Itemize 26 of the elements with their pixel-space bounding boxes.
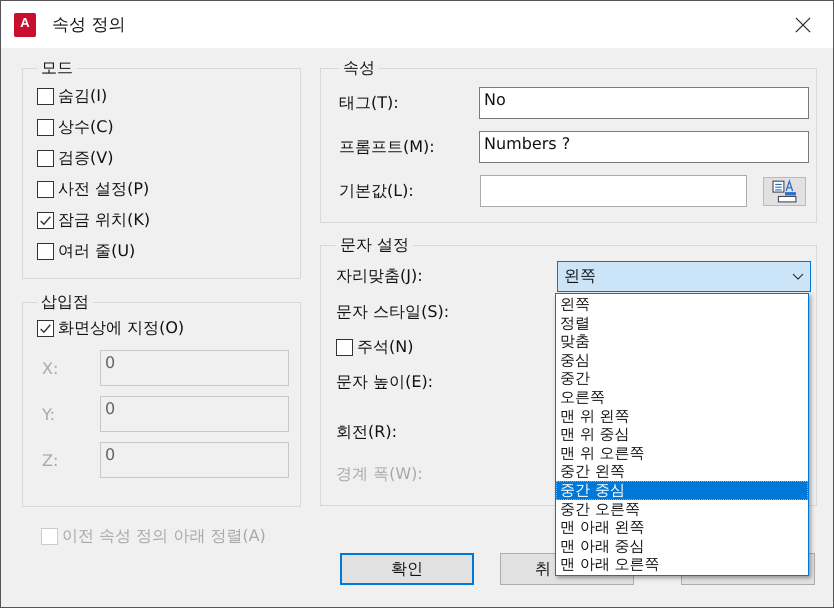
group-title: 속성 [342,58,376,79]
field-label: 기본값(L): [339,180,415,202]
field-label: 경계 폭(W): [336,464,424,484]
checkbox-label: 사전 설정(P) [58,179,150,200]
checkbox-label: 여러 줄(U) [58,241,136,262]
field-label: Z: [41,450,60,470]
checkbox-label: 화면상에 지정(O) [58,318,184,339]
checkbox-label: 숨김(I) [58,86,108,107]
checkbox-label: 잠금 위치(K) [58,210,150,231]
field-label: 태그(T): [339,92,400,114]
field-label: X: [41,358,60,378]
field-label: 자리맞춤(J): [336,266,424,286]
group-title: 삽입점 [40,292,90,313]
checkbox-label: 검증(V) [58,148,114,169]
checkbox-label: 주석(N) [357,336,414,358]
field-label: Y: [41,404,56,424]
field-label: 문자 높이(E): [336,372,434,392]
field-label: 프롬프트(M): [339,136,436,158]
group-title: 문자 설정 [339,235,410,256]
checkbox-label: 이전 속성 정의 아래 정렬(A) [62,526,266,547]
window-title: 속성 정의 [52,14,126,36]
app-icon: A [14,12,36,36]
field-label: 회전(R): [336,422,398,442]
field-label: 문자 스타일(S): [336,302,450,322]
checkbox-label: 상수(C) [58,117,114,138]
group-title: 모드 [40,58,74,79]
